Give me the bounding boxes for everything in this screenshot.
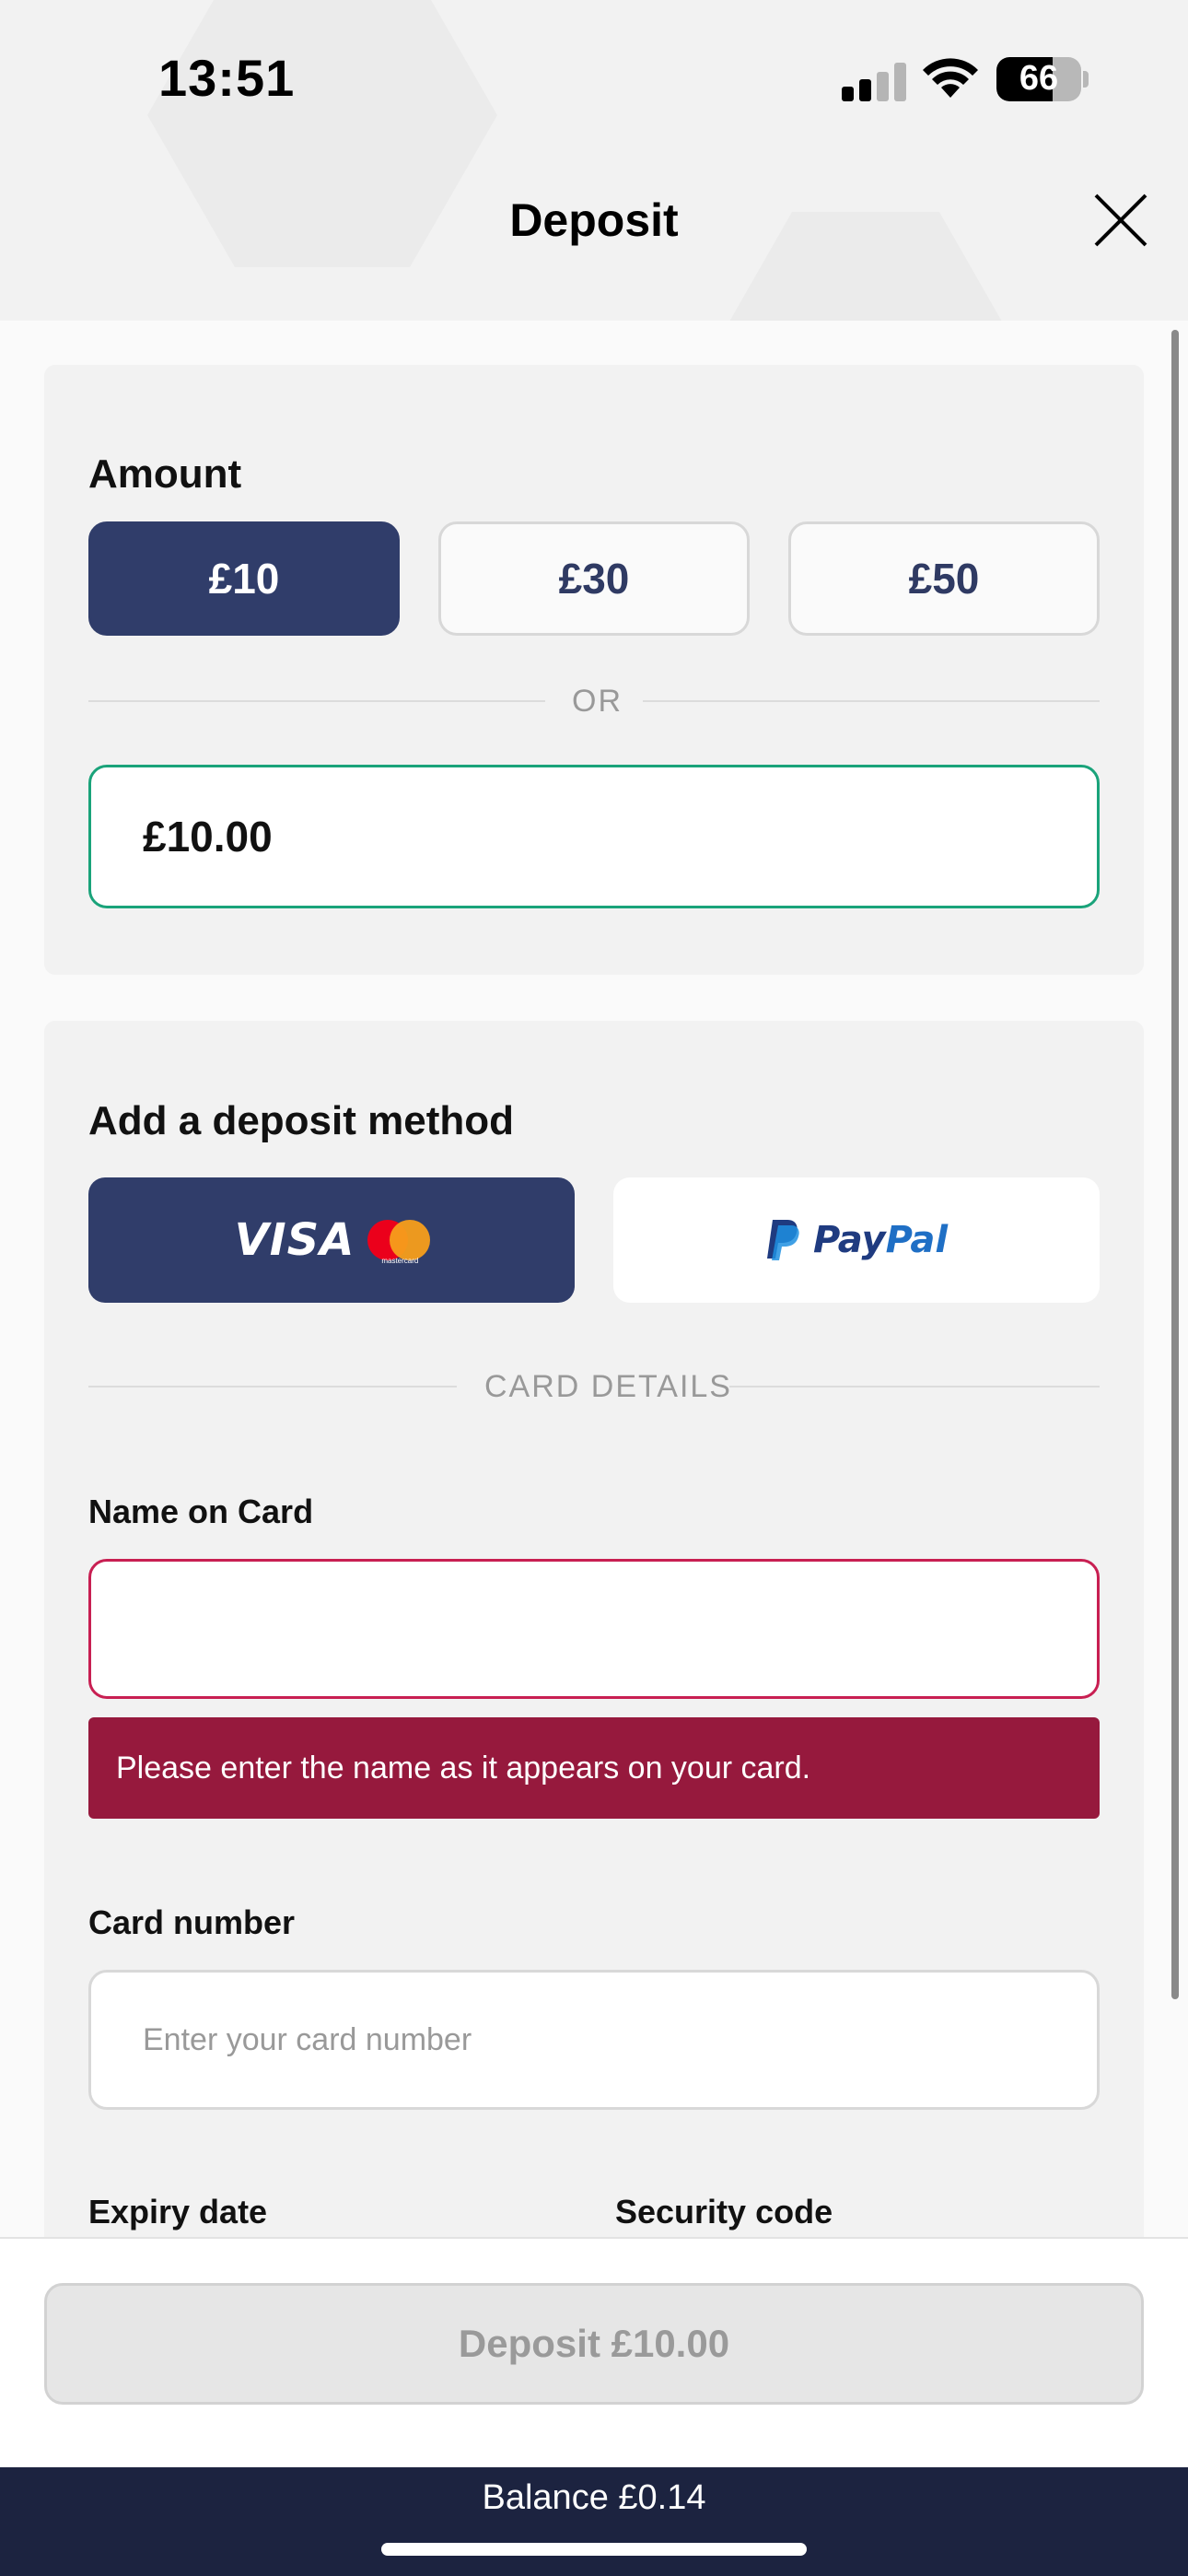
header-area: 13:51 66 Deposit [0, 0, 1188, 321]
balance-text: Balance £0.14 [482, 2478, 706, 2517]
status-time: 13:51 [158, 49, 296, 107]
security-code-label: Security code [615, 2193, 833, 2231]
battery-percentage: 66 [1019, 59, 1059, 98]
cellular-signal-icon [842, 63, 906, 101]
battery-icon: 66 [996, 57, 1081, 101]
footer: Deposit £10.00 [0, 2237, 1188, 2467]
amount-section: Amount £10 £30 £50 OR £10.00 [44, 365, 1144, 975]
amount-title: Amount [88, 451, 242, 497]
deposit-button[interactable]: Deposit £10.00 [44, 2283, 1144, 2405]
card-method-button[interactable]: VISA mastercard [88, 1177, 575, 1303]
divider [88, 700, 545, 702]
mastercard-logo: mastercard [367, 1220, 431, 1265]
home-indicator[interactable] [381, 2543, 807, 2556]
scrollbar[interactable] [1171, 330, 1179, 1999]
amount-input[interactable]: £10.00 [88, 765, 1100, 908]
paypal-pay: Pay [812, 1219, 886, 1261]
card-number-input[interactable]: Enter your card number [88, 1970, 1100, 2110]
paypal-logo-text: PayPal [813, 1219, 948, 1261]
close-icon[interactable] [1092, 192, 1149, 249]
or-label: OR [572, 684, 623, 719]
amount-preset-50-button[interactable]: £50 [788, 521, 1100, 636]
wifi-icon [923, 58, 978, 98]
mastercard-label: mastercard [381, 1257, 419, 1265]
expiry-date-label: Expiry date [88, 2193, 268, 2231]
paypal-icon [766, 1220, 799, 1260]
divider [643, 700, 1100, 702]
deposit-method-section: Add a deposit method VISA mastercard Pay… [44, 1021, 1144, 2237]
name-on-card-label: Name on Card [88, 1493, 314, 1530]
balance-bar: Balance £0.14 [0, 2467, 1188, 2576]
amount-preset-10-button[interactable]: £10 [88, 521, 400, 636]
visa-logo: VISA [234, 1214, 355, 1266]
card-details-label: CARD DETAILS [484, 1369, 732, 1404]
card-number-label: Card number [88, 1903, 296, 1941]
divider [88, 1386, 457, 1388]
amount-preset-30-button[interactable]: £30 [438, 521, 750, 636]
page-title: Deposit [509, 194, 679, 246]
name-on-card-input[interactable] [88, 1559, 1100, 1699]
battery-tip [1083, 71, 1089, 88]
paypal-pal: Pal [885, 1219, 949, 1261]
paypal-method-button[interactable]: PayPal [613, 1177, 1100, 1303]
deposit-method-title: Add a deposit method [88, 1098, 514, 1143]
deposit-form-scroll[interactable]: Amount £10 £30 £50 OR £10.00 Add a depos… [0, 321, 1188, 2237]
divider [729, 1386, 1100, 1388]
name-error-message: Please enter the name as it appears on y… [88, 1717, 1100, 1819]
